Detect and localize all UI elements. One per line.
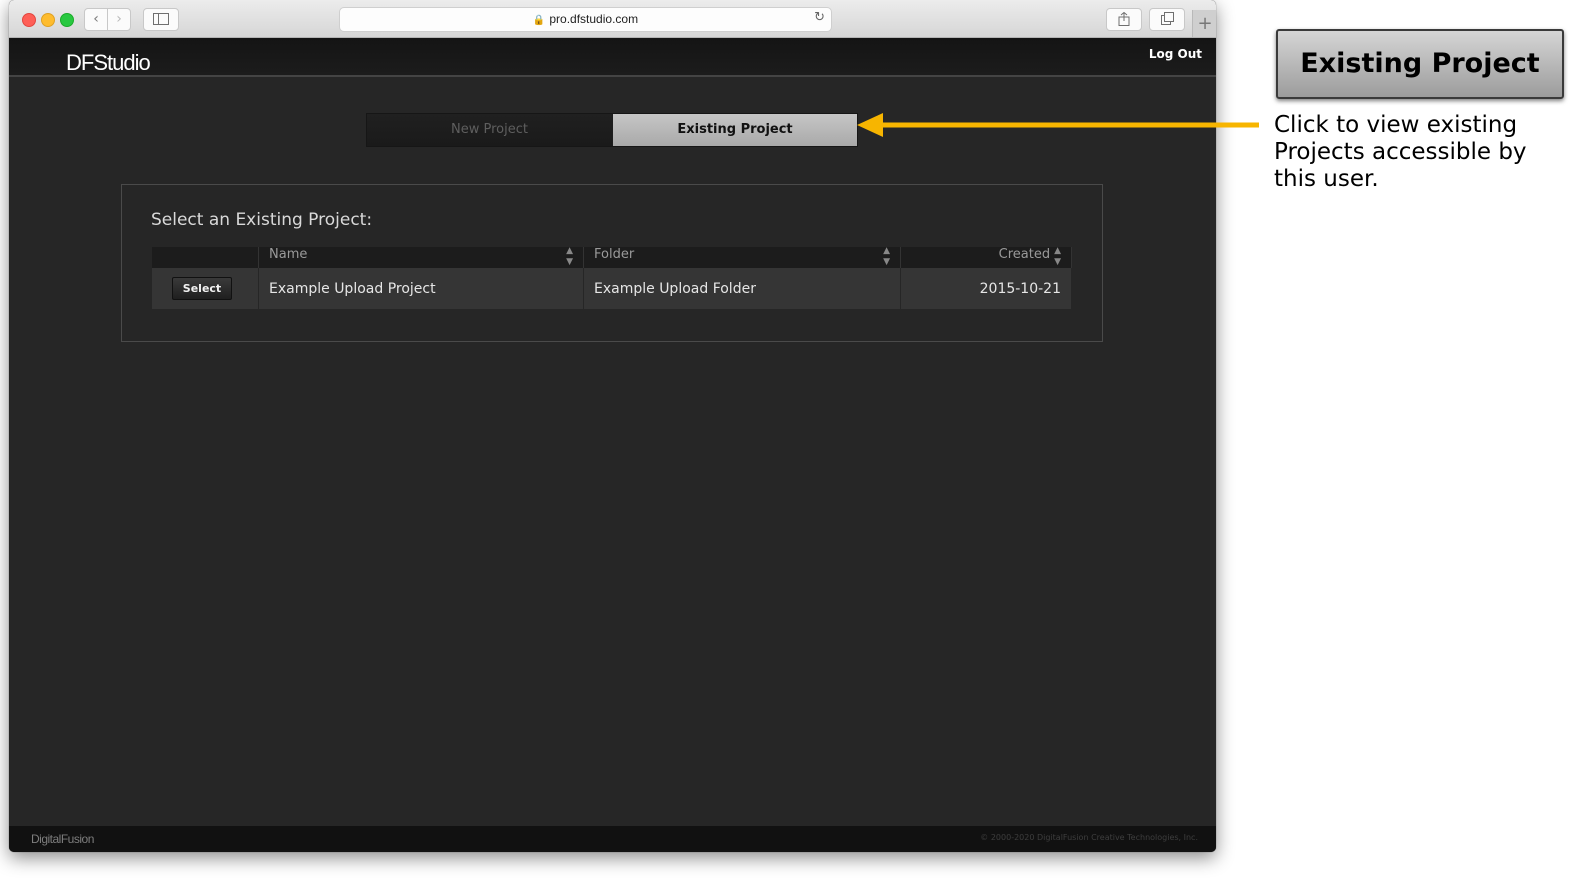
zoom-window-button[interactable] bbox=[60, 13, 74, 27]
action-cell: Select bbox=[152, 268, 259, 309]
sidebar-glyph bbox=[153, 13, 169, 25]
forward-icon[interactable]: › bbox=[107, 8, 131, 31]
table-header-row: Name ▲ ▼ Folder ▲ ▼ ▲ ▼ Created bbox=[152, 246, 1072, 268]
share-icon[interactable] bbox=[1106, 8, 1142, 31]
url-display: 🔒 pro.dfstudio.com bbox=[340, 8, 831, 32]
tabs-icon[interactable] bbox=[1149, 8, 1185, 31]
share-glyph bbox=[1118, 11, 1130, 26]
sidebar-icon[interactable] bbox=[143, 8, 179, 31]
copyright-text: © 2000-2020 DigitalFusion Creative Techn… bbox=[980, 833, 1198, 842]
minimize-window-button[interactable] bbox=[41, 13, 55, 27]
action-column-header bbox=[152, 247, 259, 268]
existing-project-panel: Select an Existing Project: Name ▲ ▼ Fold… bbox=[121, 184, 1103, 342]
back-icon[interactable]: ‹ bbox=[84, 8, 108, 31]
callout-arrow-icon bbox=[857, 113, 1259, 137]
app-header: DFStudio Log Out bbox=[9, 38, 1216, 77]
select-project-button[interactable]: Select bbox=[172, 277, 232, 300]
dfstudio-logo[interactable]: DFStudio bbox=[66, 50, 151, 76]
project-type-toggle: New Project Existing Project bbox=[366, 113, 858, 147]
logout-link[interactable]: Log Out bbox=[1149, 47, 1202, 61]
digitalfusion-logo: DigitalFusion bbox=[31, 832, 94, 846]
project-folder-cell: Example Upload Folder bbox=[583, 268, 901, 309]
created-column-header[interactable]: ▲ ▼ Created bbox=[900, 246, 1072, 268]
name-column-label: Name bbox=[269, 247, 308, 262]
url-text: pro.dfstudio.com bbox=[549, 12, 639, 26]
reload-icon[interactable]: ↻ bbox=[814, 10, 825, 25]
callout-description: Click to view existing Projects accessib… bbox=[1274, 112, 1527, 192]
tab-existing-project[interactable]: Existing Project bbox=[613, 114, 857, 146]
close-window-button[interactable] bbox=[22, 13, 36, 27]
project-created-cell: 2015-10-21 bbox=[900, 268, 1072, 309]
app-footer: DigitalFusion © 2000-2020 DigitalFusion … bbox=[9, 826, 1216, 852]
callout-existing-project-button: Existing Project bbox=[1276, 29, 1564, 99]
address-bar[interactable]: 🔒 pro.dfstudio.com ↻ bbox=[339, 7, 832, 32]
plus-icon[interactable]: + bbox=[1192, 10, 1216, 37]
folder-column-header[interactable]: Folder ▲ ▼ bbox=[583, 246, 901, 268]
browser-titlebar: ‹ › 🔒 pro.dfstudio.com ↻ + bbox=[9, 0, 1216, 38]
sort-icon[interactable]: ▲ ▼ bbox=[566, 246, 573, 268]
callout-button-label: Existing Project bbox=[1300, 48, 1540, 79]
name-column-header[interactable]: Name ▲ ▼ bbox=[258, 246, 584, 268]
folder-column-label: Folder bbox=[594, 247, 635, 262]
tabs-glyph bbox=[1160, 12, 1174, 25]
tab-new-project[interactable]: New Project bbox=[367, 114, 612, 146]
projects-table: Name ▲ ▼ Folder ▲ ▼ ▲ ▼ Created Select E… bbox=[152, 246, 1072, 309]
sort-icon[interactable]: ▲ ▼ bbox=[883, 246, 890, 268]
sort-icon[interactable]: ▲ ▼ bbox=[1054, 246, 1061, 268]
created-column-label: Created bbox=[998, 247, 1051, 262]
lock-icon: 🔒 bbox=[532, 15, 546, 26]
panel-title: Select an Existing Project: bbox=[151, 210, 373, 230]
project-name-cell: Example Upload Project bbox=[258, 268, 584, 309]
table-row[interactable]: Select Example Upload Project Example Up… bbox=[152, 268, 1072, 309]
